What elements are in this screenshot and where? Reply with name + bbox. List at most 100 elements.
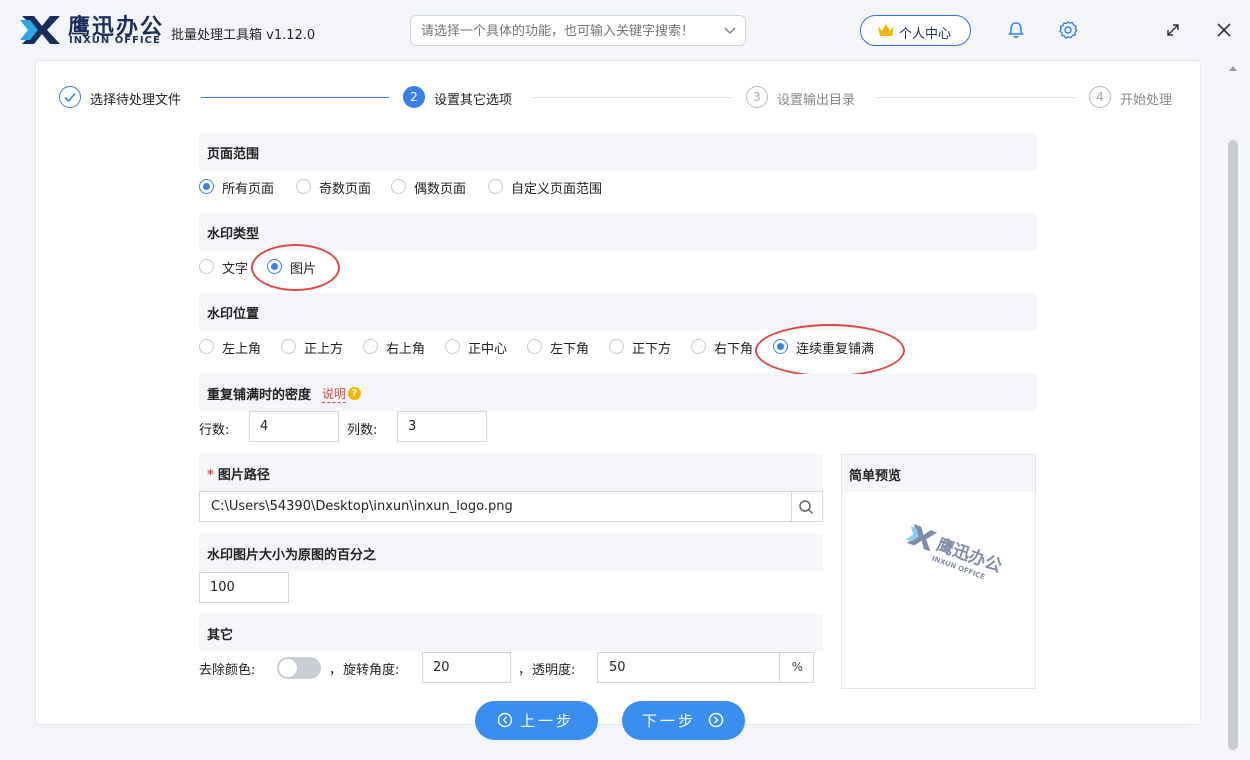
section-title: 图片路径: [217, 468, 270, 483]
search-input[interactable]: [421, 22, 721, 40]
radio-custom-range[interactable]: 自定义页面范围: [488, 177, 618, 197]
rows-label: 行数:: [199, 423, 230, 438]
step-number: 4: [1089, 86, 1111, 108]
step-label: 选择待处理文件: [90, 93, 182, 108]
radio-even-pages[interactable]: 偶数页面: [391, 177, 476, 197]
user-center-button[interactable]: 个人中心: [860, 15, 971, 46]
bell-icon[interactable]: [1006, 20, 1026, 40]
arrow-left-circle-icon: [497, 712, 513, 728]
radio-odd-pages[interactable]: 奇数页面: [296, 177, 381, 197]
required-mark: *: [207, 468, 214, 483]
search-icon[interactable]: [798, 499, 814, 515]
step-label: 设置输出目录: [777, 93, 856, 108]
step-number: 2: [403, 86, 425, 108]
radio-type-text[interactable]: 文字: [199, 257, 254, 277]
check-icon: [59, 86, 81, 108]
step-start: 4 开始处理: [1089, 86, 1189, 110]
highlight-ring: [755, 324, 905, 377]
section-title: 其它: [207, 628, 234, 643]
rotation-label: 旋转角度:: [343, 663, 400, 678]
close-icon[interactable]: [1214, 20, 1234, 40]
radio-dot[interactable]: [527, 339, 542, 354]
help-link[interactable]: 说明: [322, 385, 347, 403]
chevron-down-icon[interactable]: [723, 22, 737, 40]
watermark-type-header: 水印类型: [199, 213, 1037, 250]
scrollbar-thumb[interactable]: [1228, 140, 1238, 750]
separator: ，: [329, 663, 343, 678]
cols-label: 列数:: [347, 423, 378, 438]
step-connector: [201, 97, 389, 98]
radio-bottom-left[interactable]: 左下角: [527, 337, 597, 357]
step-label: 开始处理: [1120, 93, 1173, 108]
arrow-right-circle-icon: [708, 712, 724, 728]
percent-unit: %: [791, 660, 803, 674]
radio-top-left[interactable]: 左上角: [199, 337, 269, 357]
step-output-dir: 3 设置输出目录: [746, 86, 896, 110]
inxun-logo-icon: [20, 16, 60, 44]
opacity-input[interactable]: [598, 653, 780, 682]
radio-dot[interactable]: [391, 179, 406, 194]
remove-color-label: 去除颜色:: [199, 663, 256, 678]
next-step-button[interactable]: 下一步: [622, 701, 745, 740]
opacity-field[interactable]: %: [597, 652, 814, 683]
radio-top-right[interactable]: 右上角: [363, 337, 433, 357]
section-title: 页面范围: [207, 147, 260, 162]
image-path-input[interactable]: [200, 492, 792, 521]
maximize-icon[interactable]: [1163, 20, 1183, 40]
app-title: 批量处理工具箱 v1.12.0: [171, 28, 316, 43]
opacity-label: 透明度:: [532, 663, 576, 678]
image-path-header: * 图片路径: [199, 454, 823, 491]
gear-icon[interactable]: [1058, 20, 1078, 40]
radio-dot[interactable]: [199, 259, 214, 274]
step-number: 3: [746, 86, 768, 108]
radio-all-pages[interactable]: 所有页面: [199, 177, 289, 197]
page-range-options: 所有页面 奇数页面 偶数页面 自定义页面范围: [199, 177, 699, 197]
radio-dot[interactable]: [199, 339, 214, 354]
separator: ，: [518, 663, 532, 678]
step-connector: [532, 97, 732, 98]
scroll-up-icon[interactable]: [1228, 64, 1238, 72]
cols-input[interactable]: [397, 411, 487, 442]
radio-bottom-right[interactable]: 右下角: [691, 337, 761, 357]
radio-top-center[interactable]: 正上方: [281, 337, 351, 357]
radio-dot[interactable]: [199, 179, 214, 194]
preview-panel: 简单预览 鹰迅办公 INXUN OFFICE: [841, 454, 1036, 689]
remove-color-toggle[interactable]: [277, 657, 321, 679]
image-path-field[interactable]: [199, 491, 823, 522]
watermark-preview-image: 鹰迅办公 INXUN OFFICE: [906, 524, 1005, 581]
question-icon[interactable]: ?: [348, 387, 361, 400]
rotation-input[interactable]: [422, 652, 511, 683]
radio-dot[interactable]: [445, 339, 460, 354]
prev-step-label: 上一步: [520, 713, 575, 730]
section-title: 简单预览: [849, 469, 902, 484]
other-header: 其它: [199, 614, 823, 651]
radio-dot[interactable]: [281, 339, 296, 354]
function-search[interactable]: [410, 15, 746, 46]
next-step-label: 下一步: [642, 713, 697, 730]
rows-input[interactable]: [249, 411, 339, 442]
section-title: 水印位置: [207, 307, 260, 322]
watermark-position-header: 水印位置: [199, 293, 1037, 330]
radio-dot[interactable]: [488, 179, 503, 194]
section-title: 重复铺满时的密度: [207, 388, 312, 403]
radio-dot[interactable]: [691, 339, 706, 354]
section-title: 水印类型: [207, 227, 260, 242]
step-other-options: 2 设置其它选项: [403, 86, 553, 110]
preview-header: 简单预览: [842, 455, 1035, 492]
highlight-ring: [251, 244, 340, 291]
radio-dot[interactable]: [296, 179, 311, 194]
radio-center[interactable]: 正中心: [445, 337, 515, 357]
image-size-header: 水印图片大小为原图的百分之: [199, 534, 823, 571]
step-select-files: 选择待处理文件: [59, 86, 219, 110]
crown-icon: [878, 24, 894, 36]
page-range-header: 页面范围: [199, 133, 1037, 170]
brand-english: INXUN OFFICE: [69, 35, 161, 46]
radio-dot[interactable]: [609, 339, 624, 354]
step-connector: [876, 97, 1076, 98]
section-title: 水印图片大小为原图的百分之: [207, 548, 377, 563]
radio-bottom-center[interactable]: 正下方: [609, 337, 679, 357]
image-size-input[interactable]: [199, 572, 289, 603]
user-center-label: 个人中心: [899, 27, 952, 42]
radio-dot[interactable]: [363, 339, 378, 354]
prev-step-button[interactable]: 上一步: [475, 701, 598, 740]
